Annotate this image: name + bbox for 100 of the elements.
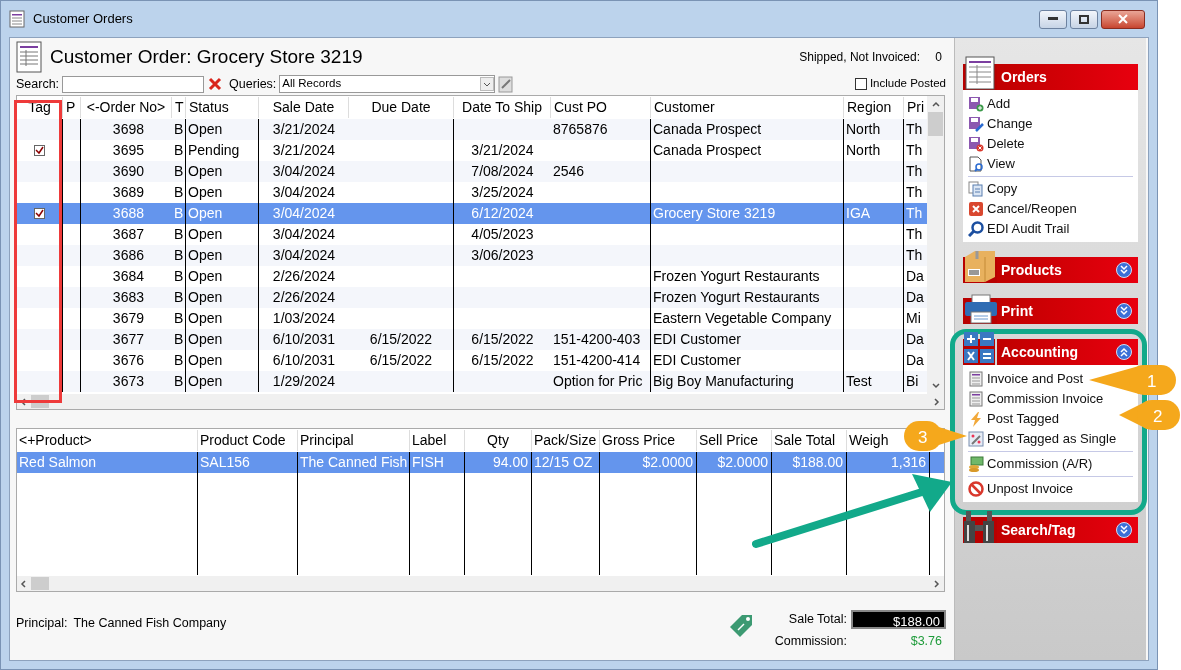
expand-icon[interactable] [1116,522,1132,538]
expand-icon[interactable] [1116,262,1132,278]
table-cell-text: 12/15 OZ [534,453,593,472]
table-cell-text: Open [188,204,223,223]
column-header[interactable]: Due Date [349,97,454,118]
table-cell-text: Th [906,162,923,181]
window-title: Customer Orders [33,10,133,29]
menu-item[interactable]: Commission (A/R) [968,454,1093,474]
table-cell-text: 2/26/2024 [272,288,336,307]
menu-item[interactable]: Copy [968,179,1018,199]
column-header[interactable]: T [172,97,186,118]
column-header[interactable]: Product Code [200,432,286,448]
column-header[interactable]: Region [844,97,904,118]
include-posted-checkbox[interactable] [854,78,867,90]
table-cell-text: 3695 [112,141,144,160]
clear-search-icon[interactable] [207,76,224,92]
maximize-button[interactable] [1070,9,1098,29]
table-cell-text: 3684 [112,267,144,286]
table-cell-text: B [174,225,184,244]
column-header[interactable]: Cust PO [551,97,651,118]
table-cell-text: Open [188,246,223,265]
table-cell-text: EDI Customer [653,330,741,349]
section-header[interactable]: Print [997,298,1138,324]
cancel-icon [968,201,984,217]
column-header[interactable]: Sale Date [259,97,349,118]
include-posted-label: Include Posted [869,76,946,92]
table-cell-text: 3/06/2023 [471,246,534,265]
column-header[interactable]: Principal [300,432,354,448]
menu-item[interactable]: Delete [968,134,1025,154]
tag-checkbox[interactable] [34,208,45,219]
table-cell-text: Canada Prospect [653,120,762,139]
lightning-icon [968,411,984,427]
section-header[interactable]: Products [997,257,1138,283]
table-cell-text: Open [188,372,223,391]
table-cell-text: Big Boy Manufacturing [653,372,794,391]
column-header[interactable]: Label [412,432,447,448]
table-cell-text: FISH [412,453,444,472]
search-field[interactable] [62,75,205,93]
column-header[interactable]: Sale Total [774,432,836,448]
principal-label: Principal: [16,615,68,632]
column-header[interactable]: <-Order No> [81,97,172,118]
table-cell-text: Bi [906,372,919,391]
table-cell-text: Da [906,267,924,286]
section-header[interactable]: Accounting [997,339,1138,365]
queries-label: Queries: [229,75,277,93]
column-header[interactable]: Qty [487,432,509,448]
column-header[interactable]: Date To Ship [454,97,551,118]
column-header[interactable]: <+Product> [19,432,92,448]
vertical-scrollbar[interactable] [927,96,944,394]
table-cell-text: B [174,141,184,160]
table-cell-text: 3688 [112,204,144,223]
minimize-icon [1048,17,1058,21]
column-header[interactable]: Pack/Size [534,432,597,448]
expand-icon[interactable] [1116,303,1132,319]
table-cell-text: Option for Pric [553,372,643,391]
menu-item[interactable]: Post Tagged as Single [968,429,1117,449]
table-cell-text: Th [906,225,923,244]
menu-item[interactable]: EDI Audit Trail [968,219,1070,239]
table-cell-text: Open [188,351,223,370]
menu-item[interactable]: Change [968,114,1033,134]
column-header[interactable]: Sell Price [699,432,759,448]
menu-item[interactable]: Post Tagged [968,409,1060,429]
column-header[interactable]: P [63,97,81,118]
table-cell-text: 7/08/2024 [471,162,534,181]
menu-item[interactable]: Unpost Invoice [968,479,1073,499]
column-header[interactable]: Customer [651,97,844,118]
search-label: Search: [16,75,60,93]
box-icon [963,249,997,283]
section-header[interactable]: Orders [997,64,1138,90]
column-header[interactable]: Weigh [849,432,889,448]
horizontal-scrollbar[interactable] [17,394,944,409]
column-header[interactable]: Gross Price [602,432,676,448]
table-cell-text: 3677 [112,330,144,349]
column-header[interactable]: Status [186,97,259,118]
table-cell-text: B [174,267,184,286]
section-header[interactable]: Search/Tag [997,517,1138,543]
table-cell-text: Test [846,372,872,391]
table-cell-text: IGA [846,204,871,223]
horizontal-scrollbar[interactable] [17,576,944,591]
tag-checkbox[interactable] [34,145,45,156]
menu-item[interactable]: Invoice and Post [968,369,1084,389]
queries-dropdown[interactable]: All Records [279,75,496,93]
table-cell-text: North [846,141,881,160]
menu-item[interactable]: View [968,154,1015,174]
table-cell-text: 2/26/2024 [272,267,336,286]
table-cell-text: 3/25/2024 [471,183,534,202]
scroll-thumb[interactable] [31,577,49,590]
table-cell-text: Th [906,183,923,202]
close-button[interactable] [1101,9,1145,29]
minimize-button[interactable] [1039,9,1067,29]
query-edit-icon[interactable] [498,75,515,93]
collapse-icon[interactable] [1116,344,1132,360]
shipped-not-invoiced-value: 0 [934,49,942,66]
document-icon [968,391,984,407]
table-cell-text: Open [188,267,223,286]
scroll-thumb[interactable] [928,112,943,136]
shipped-not-invoiced-label: Shipped, Not Invoiced: [799,49,920,66]
menu-item[interactable]: Add [968,94,1011,114]
menu-item[interactable]: Cancel/Reopen [968,199,1077,219]
table-cell-text: 1/29/2024 [272,372,336,391]
